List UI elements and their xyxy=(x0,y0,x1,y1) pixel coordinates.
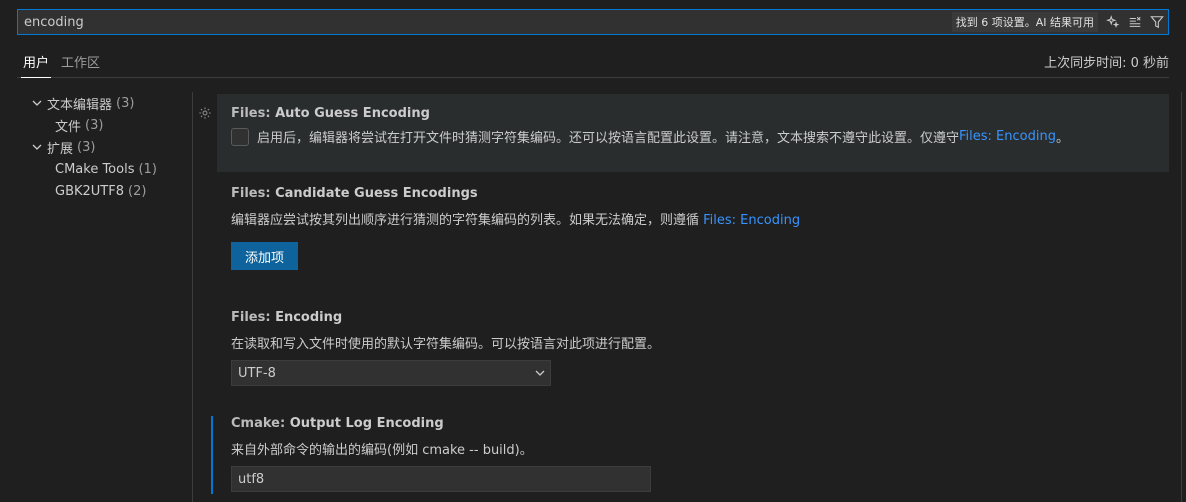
setting-category: Files: xyxy=(231,186,276,201)
sync-status: 上次同步时间: 0 秒前 xyxy=(1044,56,1169,71)
setting-title: Files: Auto Guess Encoding xyxy=(231,106,1155,121)
toc-item-gbk2utf8[interactable]: GBK2UTF8 (2) xyxy=(17,180,192,202)
toc-label: 扩展 xyxy=(47,141,74,157)
setting-description: 编辑器应尝试按其列出顺序进行猜测的字符集编码的列表。如果无法确定，则遵循 Fil… xyxy=(231,209,1155,228)
encoding-select-value: UTF-8 xyxy=(238,365,276,381)
setting-desc-text: 启用后，编辑器将尝试在打开文件时猜测字符集编码。还可以按语言配置此设置。请注意，… xyxy=(257,131,960,146)
toc-label: 文件 xyxy=(55,119,82,135)
setting-category: Cmake: xyxy=(231,416,290,431)
files-encoding-link[interactable]: Files: Encoding xyxy=(703,213,800,228)
toc-count: (3) xyxy=(116,95,135,111)
setting-name: Output Log Encoding xyxy=(289,416,444,431)
chevron-down-icon xyxy=(530,367,550,379)
toc-count: (3) xyxy=(85,117,104,133)
search-result-count: 找到 6 项设置。AI 结果可用 xyxy=(951,12,1098,32)
toc-item-extensions[interactable]: 扩展 (3) xyxy=(17,136,192,158)
toc-label: 文本编辑器 xyxy=(47,97,113,113)
toc-divider[interactable] xyxy=(192,92,193,502)
toc-count: (1) xyxy=(138,161,157,177)
settings-toc: 文本编辑器 (3) 文件 (3) 扩展 (3) CMake Tools (1) GBK2… xyxy=(17,92,192,202)
setting-title: Files: Encoding xyxy=(231,310,1155,325)
setting-description: 在读取和写入文件时使用的默认字符集编码。可以按语言对此项进行配置。 xyxy=(231,337,661,352)
filter-icon[interactable] xyxy=(1146,11,1168,33)
setting-desc-suffix: 。 xyxy=(1055,131,1069,146)
settings-scope-tabs: 用户 工作区 上次同步时间: 0 秒前 xyxy=(17,46,1169,78)
toc-item-files[interactable]: 文件 (3) xyxy=(17,114,192,136)
toc-count: (3) xyxy=(77,139,96,155)
setting-description: 来自外部命令的输出的编码(例如 cmake -- build)。 xyxy=(231,443,533,458)
add-item-button[interactable]: 添加项 xyxy=(231,242,299,270)
setting-name: Encoding xyxy=(275,310,343,325)
setting-candidate-guess-encodings: Files: Candidate Guess Encodings 编辑器应尝试按… xyxy=(217,186,1169,270)
modified-indicator xyxy=(211,416,213,494)
setting-description: 启用后，编辑器将尝试在打开文件时猜测字符集编码。还可以按语言配置此设置。请注意，… xyxy=(231,127,1155,146)
setting-name: Candidate Guess Encodings xyxy=(275,186,478,201)
toc-item-cmake-tools[interactable]: CMake Tools (1) xyxy=(17,158,192,180)
clear-filter-icon[interactable] xyxy=(1124,11,1146,33)
cmake-output-encoding-input[interactable] xyxy=(231,466,651,492)
setting-title: Cmake: Output Log Encoding xyxy=(231,416,1155,431)
gear-icon[interactable] xyxy=(198,106,212,120)
toc-count: (2) xyxy=(128,183,147,199)
search-input[interactable] xyxy=(18,10,952,34)
chevron-down-icon xyxy=(29,141,45,153)
tab-user[interactable]: 用户 xyxy=(17,46,55,78)
toc-label: GBK2UTF8 xyxy=(55,183,124,199)
setting-title: Files: Candidate Guess Encodings xyxy=(231,186,1155,201)
sparkle-icon[interactable] xyxy=(1102,11,1124,33)
settings-search-bar: 找到 6 项设置。AI 结果可用 xyxy=(17,9,1169,35)
setting-desc-text: 编辑器应尝试按其列出顺序进行猜测的字符集编码的列表。如果无法确定，则遵循 xyxy=(231,213,704,228)
setting-cmake-output-log-encoding: Cmake: Output Log Encoding 来自外部命令的输出的编码(… xyxy=(211,416,1169,494)
encoding-select[interactable]: UTF-8 xyxy=(231,360,551,386)
toc-item-text-editor[interactable]: 文本编辑器 (3) xyxy=(17,92,192,114)
scrollbar-track[interactable] xyxy=(1181,92,1182,502)
setting-files-encoding: Files: Encoding 在读取和写入文件时使用的默认字符集编码。可以按语… xyxy=(217,310,1169,386)
chevron-down-icon xyxy=(29,97,45,109)
auto-guess-checkbox[interactable] xyxy=(231,127,249,146)
setting-category: Files: xyxy=(231,106,276,121)
tab-workspace[interactable]: 工作区 xyxy=(55,46,106,77)
setting-category: Files: xyxy=(231,310,276,325)
toc-label: CMake Tools xyxy=(55,161,135,177)
setting-name: Auto Guess Encoding xyxy=(275,106,430,121)
setting-auto-guess-encoding: Files: Auto Guess Encoding 启用后，编辑器将尝试在打开… xyxy=(199,94,1169,172)
files-encoding-link[interactable]: Files: Encoding xyxy=(959,129,1056,144)
